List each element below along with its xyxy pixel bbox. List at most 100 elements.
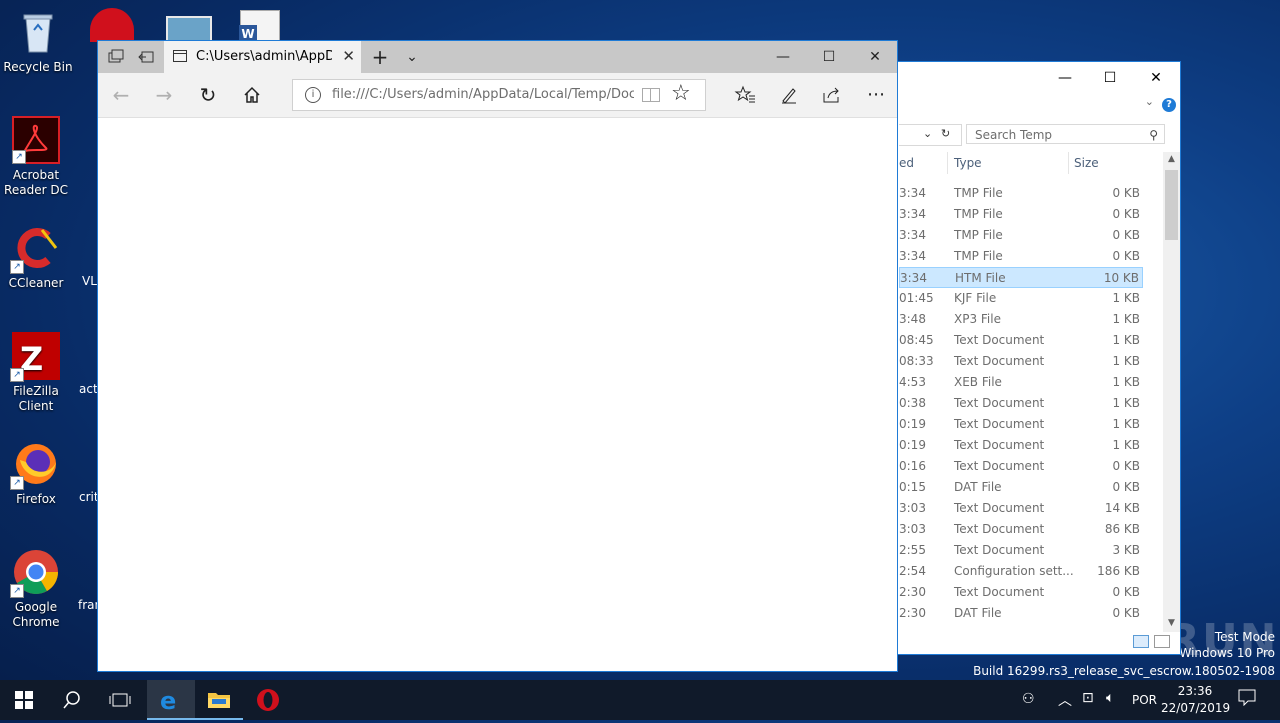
browser-tab[interactable]: C:\Users\admin\AppDat ✕ xyxy=(164,41,361,73)
file-type-cell: Text Document xyxy=(954,459,1045,473)
details-view-icon[interactable] xyxy=(1133,635,1149,648)
url-text[interactable]: file:///C:/Users/admin/AppData/Local/Tem… xyxy=(332,87,634,102)
minimize-button[interactable]: — xyxy=(760,41,806,73)
tray-expand-chevron-icon[interactable]: ︿ xyxy=(1058,690,1072,710)
file-row[interactable]: 3:03 Text Document 86 KB xyxy=(899,519,1143,540)
tab-close-icon[interactable]: ✕ xyxy=(342,47,355,65)
file-row[interactable]: 4:53 XEB File 1 KB xyxy=(899,372,1143,393)
language-indicator[interactable]: POR xyxy=(1132,693,1157,707)
vertical-scrollbar[interactable]: ▲ ▼ xyxy=(1163,152,1180,632)
desktop-icon-recycle-bin[interactable]: Recycle Bin xyxy=(0,8,76,75)
address-bar[interactable]: ⌄ ↻ xyxy=(899,124,962,146)
new-tab-button[interactable]: + xyxy=(366,41,394,73)
clock-time[interactable]: 23:36 xyxy=(1166,684,1224,698)
edge-titlebar[interactable]: C:\Users\admin\AppDat ✕ + ⌄ — ☐ ✕ xyxy=(98,41,897,73)
file-row[interactable]: 3:34 TMP File 0 KB xyxy=(899,225,1143,246)
tabs-aside-icon xyxy=(138,51,154,63)
close-button[interactable]: ✕ xyxy=(852,41,898,73)
scroll-down-arrow-icon[interactable]: ▼ xyxy=(1163,618,1180,628)
file-row[interactable]: 0:19 Text Document 1 KB xyxy=(899,435,1143,456)
file-row[interactable]: 0:16 Text Document 0 KB xyxy=(899,456,1143,477)
address-bar[interactable]: i file:///C:/Users/admin/AppData/Local/T… xyxy=(292,79,706,111)
view-toggle[interactable] xyxy=(1133,633,1173,651)
file-row[interactable]: 2:54 Configuration sett... 186 KB xyxy=(899,561,1143,582)
column-header-size[interactable]: Size xyxy=(1074,156,1099,170)
network-icon[interactable]: ⊡ xyxy=(1082,690,1094,706)
edge-browser-window[interactable]: C:\Users\admin\AppDat ✕ + ⌄ — ☐ ✕ ← → ↻ … xyxy=(97,40,898,672)
shortcut-arrow-icon: ↗ xyxy=(12,150,26,164)
forward-arrow-icon[interactable]: → xyxy=(150,81,178,109)
file-row[interactable]: 3:34 TMP File 0 KB xyxy=(899,246,1143,267)
file-row[interactable]: 3:03 Text Document 14 KB xyxy=(899,498,1143,519)
taskbar-edge-button[interactable]: e xyxy=(147,680,195,720)
search-input[interactable]: Search Temp ⚲ xyxy=(966,124,1165,144)
home-icon[interactable] xyxy=(238,81,266,109)
file-row[interactable]: 3:34 HTM File 10 KB xyxy=(899,267,1143,288)
scrollbar-thumb[interactable] xyxy=(1165,170,1178,240)
file-row[interactable]: 3:34 TMP File 0 KB xyxy=(899,204,1143,225)
desktop-icon-label: Recycle Bin xyxy=(3,60,73,74)
more-options-icon[interactable]: ⋯ xyxy=(862,81,890,109)
file-row[interactable]: 08:45 Text Document 1 KB xyxy=(899,330,1143,351)
tiles-view-icon[interactable] xyxy=(1154,635,1170,648)
file-row[interactable]: 3:34 TMP File 0 KB xyxy=(899,183,1143,204)
explorer-minimize-button[interactable]: — xyxy=(1042,66,1088,90)
file-row[interactable]: 08:33 Text Document 1 KB xyxy=(899,351,1143,372)
people-icon[interactable]: ⚇ xyxy=(1022,691,1035,707)
column-divider[interactable] xyxy=(947,152,948,174)
desktop-partial-icon-word: W xyxy=(239,10,280,44)
column-header-type[interactable]: Type xyxy=(954,156,982,170)
column-header-date[interactable]: ed xyxy=(899,156,914,170)
refresh-icon[interactable]: ↻ xyxy=(941,127,950,140)
clock-date[interactable]: 22/07/2019 xyxy=(1161,701,1230,715)
search-button[interactable] xyxy=(48,680,96,720)
file-size-cell: 0 KB xyxy=(1112,480,1140,494)
file-row[interactable]: 2:30 Text Document 0 KB xyxy=(899,582,1143,603)
help-icon[interactable]: ? xyxy=(1162,98,1176,112)
favorite-star-icon[interactable]: ☆ xyxy=(671,81,691,106)
favorites-hub-icon[interactable] xyxy=(731,81,759,109)
file-row[interactable]: 01:45 KJF File 1 KB xyxy=(899,288,1143,309)
site-info-icon[interactable]: i xyxy=(305,87,321,103)
file-row[interactable]: 0:15 DAT File 0 KB xyxy=(899,477,1143,498)
page-content[interactable] xyxy=(98,118,897,671)
task-view-button[interactable] xyxy=(96,680,144,720)
start-button[interactable] xyxy=(0,680,48,720)
file-row[interactable]: 0:19 Text Document 1 KB xyxy=(899,414,1143,435)
file-row[interactable]: 2:55 Text Document 3 KB xyxy=(899,540,1143,561)
column-divider[interactable] xyxy=(1068,152,1069,174)
tab-list-chevron-icon[interactable]: ⌄ xyxy=(398,41,426,73)
reading-view-icon[interactable] xyxy=(642,88,660,102)
set-tabs-aside-button[interactable] xyxy=(132,41,160,73)
file-row[interactable]: 2:30 DAT File 0 KB xyxy=(899,603,1143,624)
volume-icon[interactable]: 🔈︎ xyxy=(1106,690,1114,706)
maximize-button[interactable]: ☐ xyxy=(806,41,852,73)
file-type-cell: Text Document xyxy=(954,333,1045,347)
file-row[interactable]: 3:48 XP3 File 1 KB xyxy=(899,309,1143,330)
file-explorer-window[interactable]: — ☐ ✕ ⌄ ? ⌄ ↻ Search Temp ⚲ ed Type Size… xyxy=(860,61,1181,655)
desktop-icon-acrobat[interactable]: ↗ Acrobat Reader DC xyxy=(0,116,74,198)
file-size-cell: 1 KB xyxy=(1112,438,1140,452)
ribbon-expand-icon[interactable]: ⌄ xyxy=(1145,95,1154,108)
desktop-icon-filezilla[interactable]: Z ↗ FileZilla Client xyxy=(0,332,74,414)
explorer-maximize-button[interactable]: ☐ xyxy=(1087,66,1133,90)
desktop-icon-ccleaner[interactable]: ↗ CCleaner xyxy=(0,224,74,291)
explorer-close-button[interactable]: ✕ xyxy=(1133,66,1179,90)
share-icon[interactable] xyxy=(818,81,846,109)
back-arrow-icon[interactable]: ← xyxy=(107,81,135,109)
file-date-cell: 08:45 xyxy=(899,333,934,347)
desktop-icon-firefox[interactable]: ↗ Firefox xyxy=(0,440,74,507)
chevron-down-icon[interactable]: ⌄ xyxy=(923,127,932,140)
web-notes-pen-icon[interactable] xyxy=(775,81,803,109)
windows-logo-icon xyxy=(15,691,33,709)
file-row[interactable]: 0:38 Text Document 1 KB xyxy=(899,393,1143,414)
file-type-cell: TMP File xyxy=(954,249,1003,263)
action-center-icon[interactable] xyxy=(1238,688,1256,709)
taskbar-explorer-button[interactable] xyxy=(195,680,243,720)
refresh-icon[interactable]: ↻ xyxy=(194,81,222,109)
taskbar-opera-button[interactable] xyxy=(244,680,292,720)
file-type-cell: Text Document xyxy=(954,585,1045,599)
tab-preview-button[interactable] xyxy=(102,41,130,73)
desktop-icon-chrome[interactable]: ↗ Google Chrome xyxy=(0,548,74,630)
scroll-up-arrow-icon[interactable]: ▲ xyxy=(1163,154,1180,164)
